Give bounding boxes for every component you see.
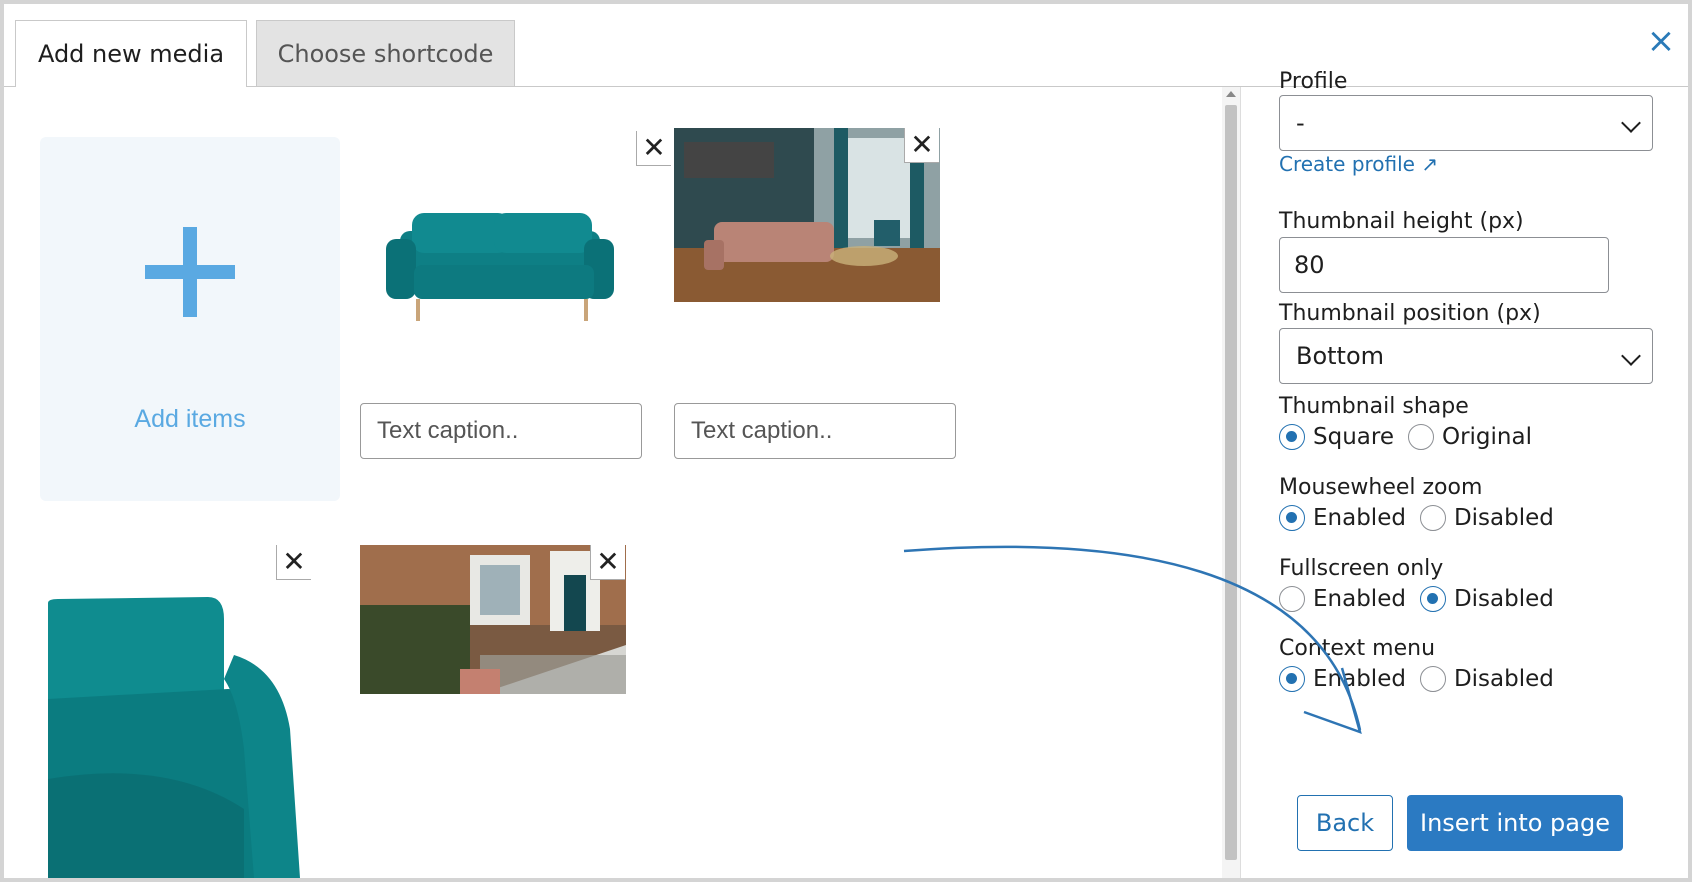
- radio-original-label: Original: [1441, 424, 1532, 450]
- thumbnail-shape-options: Square Original: [1279, 424, 1546, 450]
- mousewheel-zoom-label: Mousewheel zoom: [1279, 475, 1483, 500]
- radio-fullscreen-disabled[interactable]: [1419, 586, 1446, 612]
- profile-label: Profile: [1279, 69, 1348, 94]
- context-menu-label: Context menu: [1279, 636, 1436, 661]
- media-item-armchair: ✕: [48, 545, 340, 878]
- remove-item-2-icon[interactable]: ✕: [904, 128, 939, 163]
- radio-square-label: Square: [1313, 424, 1394, 450]
- tab-choose-shortcode[interactable]: Choose shortcode: [256, 20, 515, 86]
- sofa-image: [386, 213, 614, 321]
- radio-mousewheel-disabled[interactable]: [1419, 505, 1446, 531]
- media-item-house: ✕: [360, 545, 626, 694]
- armchair-image: [48, 597, 300, 878]
- radio-fullscreen-enabled[interactable]: [1279, 586, 1305, 612]
- settings-panel: Profile - Create profile ↗ Thumbnail hei…: [1240, 69, 1688, 878]
- chevron-down-icon: [1621, 346, 1641, 366]
- radio-original[interactable]: [1407, 424, 1434, 450]
- thumbnail-position-select[interactable]: Bottom: [1279, 328, 1653, 384]
- mousewheel-zoom-options: Enabled Disabled: [1279, 505, 1568, 531]
- radio-square[interactable]: [1279, 424, 1305, 450]
- remove-item-4-icon[interactable]: ✕: [590, 545, 625, 580]
- house-image: [360, 545, 626, 694]
- profile-select[interactable]: -: [1279, 95, 1653, 151]
- create-profile-link[interactable]: Create profile ↗: [1279, 152, 1438, 176]
- radio-fullscreen-enabled-label: Enabled: [1313, 586, 1406, 612]
- radio-mousewheel-enabled[interactable]: [1279, 505, 1305, 531]
- radio-fullscreen-disabled-label: Disabled: [1453, 586, 1554, 612]
- close-icon[interactable]: ×: [1644, 24, 1678, 58]
- chevron-down-icon: [1621, 113, 1641, 133]
- thumbnail-height-label: Thumbnail height (px): [1279, 209, 1524, 234]
- remove-item-1-icon[interactable]: ✕: [636, 131, 671, 166]
- thumbnail-height-input[interactable]: 80: [1279, 237, 1609, 293]
- thumbnail-shape-label: Thumbnail shape: [1279, 394, 1469, 419]
- remove-item-3-icon[interactable]: ✕: [276, 545, 311, 580]
- tab-add-new-media[interactable]: Add new media: [15, 20, 247, 87]
- radio-context-disabled-label: Disabled: [1453, 666, 1554, 692]
- scroll-up-arrow-icon[interactable]: [1226, 91, 1236, 97]
- radio-context-enabled-label: Enabled: [1313, 666, 1406, 692]
- media-scrollbar[interactable]: [1222, 87, 1240, 878]
- back-button[interactable]: Back: [1297, 795, 1393, 851]
- media-item-sofa: ✕: [372, 131, 671, 343]
- context-menu-options: Enabled Disabled: [1279, 666, 1568, 692]
- caption-input-2[interactable]: [674, 403, 956, 459]
- radio-mousewheel-enabled-label: Enabled: [1313, 505, 1406, 531]
- profile-select-value: -: [1296, 109, 1305, 137]
- caption-input-1[interactable]: [360, 403, 642, 459]
- fullscreen-only-label: Fullscreen only: [1279, 556, 1444, 581]
- scroll-thumb[interactable]: [1225, 105, 1237, 860]
- fullscreen-only-options: Enabled Disabled: [1279, 586, 1568, 612]
- media-grid: Add items ✕ Text caption.. ✕ Text captio…: [4, 87, 1222, 878]
- media-item-living-room: ✕: [674, 128, 940, 302]
- thumbnail-position-value: Bottom: [1296, 342, 1385, 370]
- radio-context-enabled[interactable]: [1279, 666, 1305, 692]
- radio-mousewheel-disabled-label: Disabled: [1453, 505, 1554, 531]
- add-items-label: Add items: [134, 405, 246, 433]
- media-dialog: Add new media Choose shortcode × Add ite…: [4, 4, 1688, 878]
- plus-icon-bar: [145, 265, 235, 279]
- add-items-button[interactable]: Add items: [40, 137, 340, 501]
- tab-bar: Add new media Choose shortcode ×: [4, 4, 1688, 87]
- thumbnail-position-label: Thumbnail position (px): [1279, 301, 1541, 326]
- insert-into-page-button[interactable]: Insert into page: [1407, 795, 1623, 851]
- living-room-image: [674, 128, 940, 302]
- radio-context-disabled[interactable]: [1419, 666, 1446, 692]
